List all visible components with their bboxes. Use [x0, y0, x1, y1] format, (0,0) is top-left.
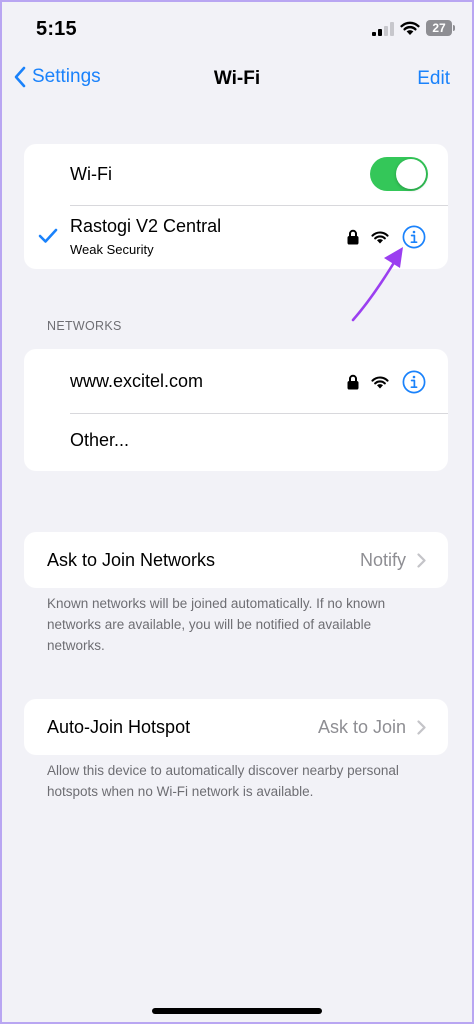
wifi-toggle-label: Wi-Fi [70, 164, 112, 184]
checkmark-icon [38, 228, 58, 243]
ask-to-join-value: Notify [359, 550, 406, 570]
auto-join-row[interactable]: Auto-Join Hotspot Ask to Join [24, 699, 448, 755]
info-icon[interactable] [402, 370, 426, 394]
battery-icon: 27 [426, 20, 452, 36]
network-row[interactable]: www.excitel.com [24, 349, 448, 414]
lock-icon [347, 374, 359, 390]
chevron-right-icon [417, 720, 426, 735]
wifi-status-icon [400, 21, 420, 35]
connected-network-name: Rastogi V2 Central [70, 216, 222, 236]
ask-to-join-footer: Known networks will be joined automatica… [47, 596, 386, 653]
network-name: www.excitel.com [70, 371, 204, 391]
wifi-toggle[interactable] [370, 157, 428, 191]
status-bar: 5:15 27 [0, 0, 474, 56]
cellular-icon [372, 22, 394, 36]
annotation-arrow-icon [351, 247, 403, 322]
lock-icon [347, 229, 359, 245]
ask-to-join-label: Ask to Join Networks [47, 550, 216, 570]
auto-join-group: Auto-Join Hotspot Ask to Join [24, 699, 448, 755]
other-network-label: Other... [70, 430, 130, 450]
home-indicator[interactable] [152, 1008, 322, 1014]
wifi-signal-icon [371, 231, 389, 244]
battery-level: 27 [432, 21, 446, 35]
page-title: Wi-Fi [213, 68, 261, 89]
battery-tip [453, 25, 455, 31]
auto-join-label: Auto-Join Hotspot [47, 717, 191, 737]
connected-network-security: Weak Security [70, 242, 154, 257]
networks-group: www.excitel.com Other... [24, 349, 448, 471]
ask-to-join-row[interactable]: Ask to Join Networks Notify [24, 532, 448, 588]
networks-section-header: NETWORKS [47, 319, 122, 333]
status-time: 5:15 [36, 18, 77, 40]
ask-to-join-group: Ask to Join Networks Notify [24, 532, 448, 588]
other-network-row[interactable]: Other... [24, 414, 448, 471]
wifi-toggle-row: Wi-Fi [24, 144, 448, 206]
toggle-knob [396, 159, 426, 189]
wifi-signal-icon [371, 376, 389, 389]
edit-button[interactable]: Edit [417, 68, 450, 90]
chevron-right-icon [417, 553, 426, 568]
auto-join-footer: Allow this device to automatically disco… [47, 763, 399, 799]
auto-join-value: Ask to Join [317, 717, 406, 737]
